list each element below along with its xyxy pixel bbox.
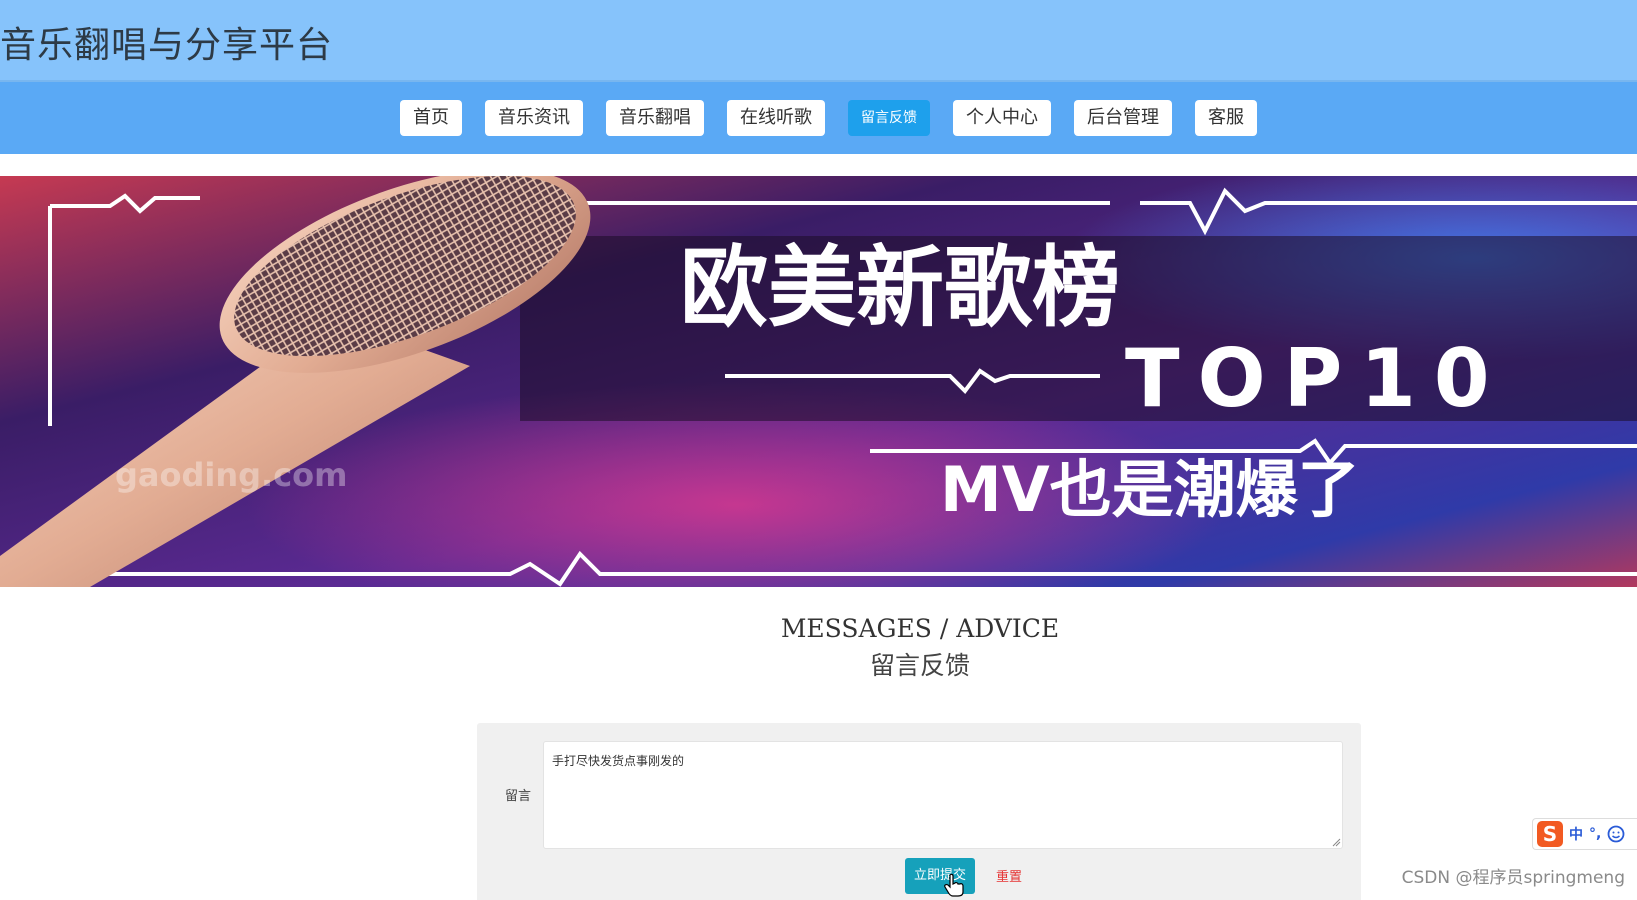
- nav-item-home[interactable]: 首页: [400, 100, 462, 136]
- ime-toolbar[interactable]: S 中 °,: [1532, 818, 1637, 850]
- sogou-s-icon[interactable]: S: [1537, 821, 1563, 847]
- hand-cursor-icon: [944, 873, 964, 897]
- banner-subline: TOP10: [1125, 332, 1508, 425]
- nav-item-admin[interactable]: 后台管理: [1074, 100, 1172, 136]
- nav-item-online-listen[interactable]: 在线听歌: [727, 100, 825, 136]
- resize-grip-icon[interactable]: [1331, 837, 1341, 847]
- submit-button[interactable]: 立即提交: [905, 858, 975, 894]
- main-nav: 首页 音乐资讯 音乐翻唱 在线听歌 留言反馈 个人中心 后台管理 客服: [0, 100, 1637, 136]
- ime-punct-toggle[interactable]: °,: [1589, 826, 1601, 842]
- banner-headline: 欧美新歌榜: [680, 236, 1120, 339]
- nav-item-music-news[interactable]: 音乐资讯: [485, 100, 583, 136]
- section-title-cn: 留言反馈: [869, 651, 970, 680]
- csdn-watermark: CSDN @程序员springmeng: [1401, 868, 1625, 888]
- feedback-form: 留言 手打尽快发货点事刚发的 立即提交 重置: [477, 723, 1361, 900]
- nav-item-feedback[interactable]: 留言反馈: [848, 100, 930, 136]
- message-textarea[interactable]: 手打尽快发货点事刚发的: [543, 741, 1343, 849]
- banner-tagline: MV也是潮爆了: [940, 453, 1360, 526]
- reset-button[interactable]: 重置: [996, 866, 1022, 885]
- nav-item-user-center[interactable]: 个人中心: [953, 100, 1051, 136]
- banner-watermark: gaoding.com: [115, 456, 348, 494]
- emoji-icon[interactable]: [1607, 825, 1625, 843]
- nav-bar: 首页 音乐资讯 音乐翻唱 在线听歌 留言反馈 个人中心 后台管理 客服: [0, 82, 1637, 154]
- nav-item-music-cover[interactable]: 音乐翻唱: [606, 100, 704, 136]
- nav-item-service[interactable]: 客服: [1195, 100, 1257, 136]
- hero-banner[interactable]: 欧美新歌榜 TOP10 MV也是潮爆了 gaoding.com: [0, 176, 1637, 587]
- banner-image: 欧美新歌榜 TOP10 MV也是潮爆了 gaoding.com: [0, 176, 1637, 587]
- message-label: 留言: [505, 789, 532, 804]
- section-title-en: MESSAGES / ADVICE: [780, 614, 1060, 643]
- site-header: 音乐翻唱与分享平台: [0, 0, 1637, 82]
- site-title: 音乐翻唱与分享平台: [0, 25, 334, 66]
- ime-lang-toggle[interactable]: 中: [1569, 824, 1583, 844]
